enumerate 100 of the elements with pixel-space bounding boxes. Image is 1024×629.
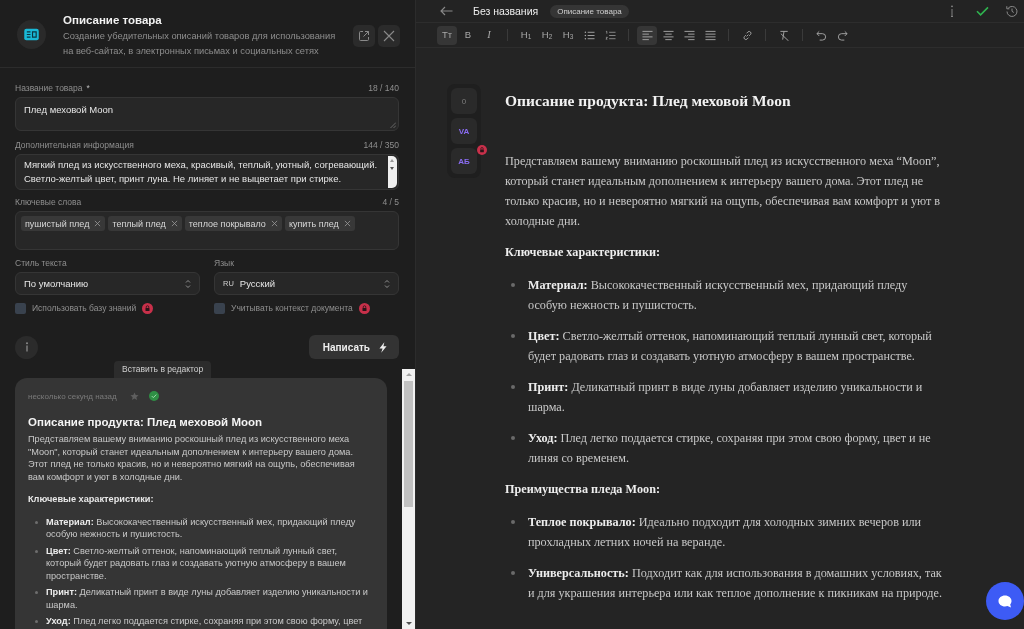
tag-text: теплое покрывало bbox=[188, 218, 266, 229]
field-label: Язык bbox=[214, 257, 234, 269]
required-mark: * bbox=[86, 82, 90, 94]
align-left-button[interactable] bbox=[637, 25, 657, 45]
write-button[interactable]: Написать bbox=[308, 335, 399, 359]
bullet-icon bbox=[511, 436, 515, 440]
bullet-icon bbox=[35, 620, 38, 623]
close-icon[interactable] bbox=[94, 220, 102, 227]
heading-button[interactable]: H$_{2}$ bbox=[537, 25, 557, 45]
open-external-button[interactable] bbox=[353, 25, 375, 47]
history-icon[interactable] bbox=[1006, 5, 1018, 17]
star-icon[interactable] bbox=[129, 391, 139, 401]
char-counter: 18 / 140 bbox=[368, 82, 399, 94]
lightning-icon bbox=[379, 341, 387, 353]
card-paragraph: Представляем вашему вниманию роскошный плед из искусственного меха "Moon", который станет идеальным дополнением к интерьеру вашего дома. Этот плед не только красив, но и невероятно мягкий на ощупь, обеспечивая вам комфорт и уют в холодные дни. bbox=[28, 433, 356, 483]
field-label: Дополнительная информация bbox=[15, 139, 134, 151]
list-item: Уход: Плед легко поддается стирке, сохраняя при этом свою форму, цвет и не линяя со временем. bbox=[528, 430, 932, 467]
select-field[interactable]: По умолчанию bbox=[15, 272, 200, 295]
template-badge: Описание товара bbox=[550, 4, 629, 18]
char-counter: 144 / 350 bbox=[363, 139, 399, 151]
bullet-icon bbox=[511, 520, 515, 524]
close-icon bbox=[383, 30, 395, 42]
list-item: Универсальность: Подходит как для использования в домашних условиях, так и для украшения интерьера или как теплое дополнение к пикникам на природе. bbox=[528, 565, 943, 602]
char-counter: 4 / 5 bbox=[382, 196, 399, 208]
section-heading: Преимущества пледа Moon: bbox=[505, 481, 661, 498]
bullet-icon bbox=[35, 591, 38, 594]
tag-text: купить плед bbox=[288, 218, 339, 229]
close-icon[interactable] bbox=[343, 220, 351, 227]
text-size-button[interactable]: Tт bbox=[437, 25, 457, 45]
app-icon bbox=[17, 20, 46, 49]
document-paragraph: Представляем вашему вниманию роскошный плед из искусственного меха “Moon”, который станет идеальным дополнением к интерьеру вашего дома. Этот плед не только красив, но и невероятно мягкий на ощупь, обеспечивая вам комфорт и уют в холодные дни. bbox=[505, 153, 942, 230]
check-icon[interactable] bbox=[976, 6, 989, 16]
list-item: Уход: Плед легко поддается стирке, сохраняя при этом свою форму, цвет bbox=[46, 615, 363, 628]
scrollbar[interactable] bbox=[388, 156, 397, 188]
card-title: Описание продукта: Плед меховой Moon bbox=[28, 415, 264, 430]
bold-button[interactable]: B bbox=[458, 25, 478, 45]
align-left-icon bbox=[641, 29, 653, 41]
timestamp: несколько секунд назад bbox=[28, 391, 117, 401]
keywords-field[interactable]: пушистый плед теплый плед теплое покрывало купить плед bbox=[15, 211, 399, 250]
card-heading: Ключевые характеристики: bbox=[28, 493, 155, 506]
document-heading: Описание продукта: Плед меховой Moon bbox=[505, 92, 792, 110]
bullet-icon bbox=[511, 283, 515, 287]
bullet-icon bbox=[511, 334, 515, 338]
info-icon bbox=[24, 342, 29, 352]
align-right-icon bbox=[683, 29, 695, 41]
list-item: Цвет: Светло-желтый оттенок, напоминающий теплый лунный свет, который будет радовать глаз и создавать уютную атмосферу в вашем пространстве. bbox=[528, 328, 933, 365]
bullet-icon bbox=[511, 571, 515, 575]
info-icon[interactable] bbox=[950, 5, 954, 17]
external-link-icon bbox=[358, 30, 370, 42]
checkbox[interactable] bbox=[214, 302, 225, 314]
close-icon[interactable] bbox=[170, 220, 178, 227]
text-area[interactable]: Плед меховой Moon bbox=[15, 97, 399, 131]
checkbox[interactable] bbox=[15, 302, 26, 314]
clear-format-icon bbox=[778, 29, 790, 41]
list-item: Принт: Деликатный принт в виде луны добавляет изделию уникальности и шарма. bbox=[46, 586, 369, 611]
select-value: По умолчанию bbox=[24, 278, 89, 289]
chat-bubble-icon bbox=[998, 594, 1012, 608]
scrollbar[interactable] bbox=[402, 369, 415, 629]
check-circle-icon[interactable] bbox=[148, 391, 159, 401]
close-button[interactable] bbox=[378, 25, 400, 47]
italic-button[interactable]: I bbox=[479, 25, 499, 45]
side-tool-button[interactable]: VA bbox=[451, 118, 477, 144]
select-value: Русский bbox=[239, 278, 276, 289]
tag-text: пушистый плед bbox=[25, 218, 90, 229]
list-item: Материал: Высококачественный искусственный мех, придающий пледу особую нежность и пушистость. bbox=[528, 277, 909, 314]
heading-button[interactable]: H$_{1}$ bbox=[516, 25, 536, 45]
bullet-icon bbox=[35, 549, 38, 553]
section-heading: Ключевые характеристики: bbox=[505, 244, 661, 261]
bullet-icon bbox=[35, 520, 38, 524]
chevron-updown-icon bbox=[185, 278, 191, 289]
checkbox-label: Использовать базу знаний bbox=[32, 303, 137, 313]
panel-title: Описание товара bbox=[63, 13, 163, 28]
field-label: Название товара bbox=[15, 82, 83, 94]
document-title[interactable]: Без названия bbox=[473, 5, 539, 17]
chevron-updown-icon bbox=[384, 278, 390, 289]
list-item: Теплое покрывало: Идеально подходит для холодных зимних вечеров или прохладных летних ночей на веранде. bbox=[528, 514, 923, 551]
field-label: Стиль текста bbox=[15, 257, 67, 269]
list-item: Материал: Высококачественный искусственный мех, придающий пледу особую нежность и пушистость. bbox=[46, 515, 357, 541]
info-button[interactable] bbox=[15, 335, 38, 359]
text-area[interactable]: Мягкий плед из искусственного меха, красивый, теплый, уютный, согревающий. Светло-желтый цвет, принт луна. Не линяет и не выцветает при стирке. bbox=[15, 154, 399, 190]
close-icon[interactable] bbox=[270, 220, 278, 227]
align-center-icon bbox=[662, 29, 674, 41]
undo-icon bbox=[815, 29, 827, 41]
heading-button[interactable]: H$_{3}$ bbox=[558, 25, 578, 45]
bullet-icon bbox=[511, 385, 515, 389]
list-item: Принт: Деликатный принт в виде луны добавляет изделию уникальности и шарма. bbox=[528, 379, 924, 416]
side-tool-button[interactable]: AБ bbox=[451, 148, 477, 174]
resize-grip-icon[interactable] bbox=[390, 122, 396, 128]
field-label: Ключевые слова bbox=[15, 196, 82, 208]
tooltip: Вставить в редактор bbox=[114, 361, 212, 378]
list-item: Цвет: Светло-желтый оттенок, напоминающий теплый лунный свет, который будет радовать глаз и создавать уютную атмосферу в вашем пространстве. bbox=[46, 544, 347, 582]
tag-text: теплый плед bbox=[112, 218, 166, 229]
numbered-list-icon bbox=[604, 29, 616, 41]
back-arrow-icon[interactable] bbox=[440, 6, 453, 16]
align-justify-icon bbox=[704, 29, 716, 41]
link-icon bbox=[741, 29, 753, 41]
panel-description: Создание убедительных описаний товаров для использования на веб-сайтах, в электронных письмах и социальных сетях bbox=[63, 30, 337, 58]
checkbox-label: Учитывать контекст документа bbox=[231, 303, 353, 313]
redo-icon bbox=[836, 29, 848, 41]
bullet-list-icon bbox=[583, 29, 595, 41]
